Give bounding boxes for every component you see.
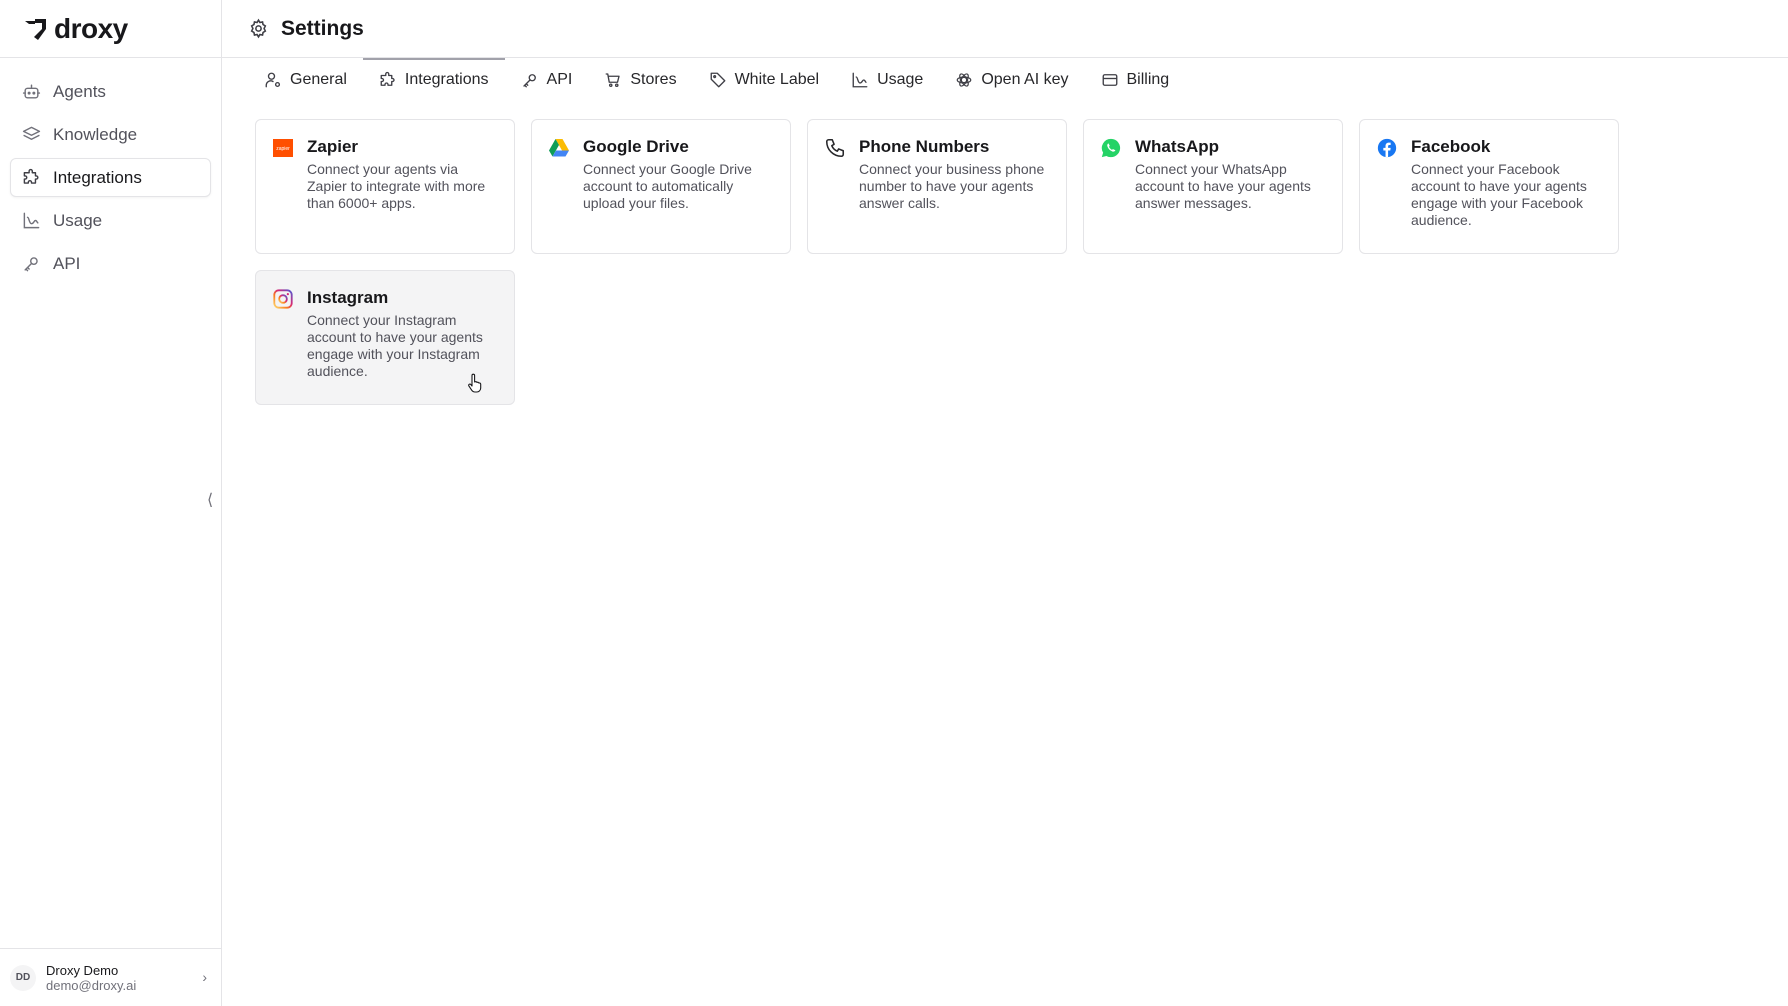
tab-label: Open AI key	[981, 71, 1069, 88]
cart-icon	[605, 73, 621, 88]
settings-tabs: General Integrations API Stores White La…	[248, 58, 1185, 102]
user-cog-icon	[265, 72, 281, 88]
puzzle-icon	[23, 168, 39, 184]
zapier-icon: zapier	[273, 139, 293, 157]
tab-label: Billing	[1126, 71, 1170, 88]
avatar: DD	[10, 964, 36, 991]
chart-icon	[23, 212, 40, 229]
integration-card-google-drive[interactable]: Google Drive Connect your Google Drive a…	[531, 119, 791, 254]
sidebar-item-label: Knowledge	[53, 124, 138, 144]
tab-general[interactable]: General	[248, 58, 363, 102]
tab-api[interactable]: API	[505, 58, 589, 102]
instagram-icon	[273, 289, 293, 309]
facebook-icon	[1377, 138, 1397, 158]
zapier-logo-text: zapier	[276, 146, 290, 152]
gear-icon	[250, 18, 267, 39]
sidebar-item-label: Integrations	[53, 167, 142, 187]
tab-label: Usage	[877, 71, 924, 88]
hand-cursor-icon	[468, 373, 482, 393]
droxy-logo-icon	[25, 18, 46, 40]
user-menu[interactable]: DD Droxy Demo demo@droxy.ai ›	[0, 948, 221, 1006]
bot-icon	[22, 84, 41, 99]
tab-stores[interactable]: Stores	[588, 58, 692, 102]
user-name: Droxy Demo	[46, 962, 119, 978]
page-header: Settings	[222, 0, 1788, 58]
tab-label: General	[290, 71, 347, 88]
sidebar-item-usage[interactable]: Usage	[10, 201, 211, 240]
tab-openai-key[interactable]: Open AI key	[939, 58, 1084, 102]
card-title: Google Drive	[583, 137, 689, 156]
key-icon	[24, 257, 38, 272]
whatsapp-icon	[1101, 138, 1121, 158]
sidebar-item-label: Usage	[53, 210, 103, 230]
layers-icon	[22, 126, 41, 140]
card-title: Instagram	[307, 288, 389, 307]
integration-card-zapier[interactable]: zapier Zapier Connect your agents via Za…	[255, 119, 515, 254]
card-description: Connect your WhatsApp account to have yo…	[1135, 161, 1311, 211]
puzzle-icon	[380, 71, 395, 86]
tab-integrations[interactable]: Integrations	[362, 58, 505, 102]
google-drive-icon	[549, 139, 569, 157]
card-title: Phone Numbers	[859, 137, 990, 156]
page-title: Settings	[281, 16, 364, 40]
user-email: demo@droxy.ai	[46, 977, 137, 993]
integration-card-facebook[interactable]: Facebook Connect your Facebook account t…	[1359, 119, 1619, 254]
sidebar-item-label: Agents	[53, 81, 106, 101]
chevron-right-icon: ›	[202, 969, 207, 985]
tab-label: Stores	[630, 71, 677, 88]
tab-label: Integrations	[404, 71, 489, 88]
card-icon	[1102, 74, 1117, 86]
sidebar-item-api[interactable]: API	[10, 244, 211, 283]
card-description: Connect your agents via Zapier to integr…	[307, 161, 486, 211]
key-icon	[522, 74, 536, 88]
card-description: Connect your Instagram account to have y…	[307, 312, 483, 379]
sidebar-item-label: API	[53, 253, 81, 273]
sidebar: droxy Agents Knowledge Integrations Usag…	[0, 0, 222, 1006]
integration-card-whatsapp[interactable]: WhatsApp Connect your WhatsApp account t…	[1083, 119, 1343, 254]
card-title: Facebook	[1411, 137, 1491, 156]
user-info: Droxy Demo demo@droxy.ai	[46, 963, 136, 993]
card-title: Zapier	[307, 137, 359, 156]
sidebar-collapse-button[interactable]: ⟨	[207, 490, 213, 510]
sidebar-item-integrations[interactable]: Integrations	[10, 158, 211, 197]
logo[interactable]: droxy	[0, 0, 221, 58]
card-description: Connect your Facebook account to have yo…	[1411, 161, 1587, 228]
sidebar-item-knowledge[interactable]: Knowledge	[10, 115, 211, 154]
tag-icon	[710, 72, 726, 88]
sidebar-item-agents[interactable]: Agents	[10, 72, 211, 111]
card-description: Connect your Google Drive account to aut…	[583, 161, 752, 211]
integration-card-phone-numbers[interactable]: Phone Numbers Connect your business phon…	[807, 119, 1067, 254]
tab-white-label[interactable]: White Label	[693, 58, 836, 102]
card-title: WhatsApp	[1135, 137, 1220, 156]
sidebar-nav: Agents Knowledge Integrations Usage API	[0, 58, 221, 283]
phone-icon	[825, 138, 845, 158]
app-name: droxy	[54, 12, 128, 44]
chart-icon	[852, 72, 868, 88]
tab-usage[interactable]: Usage	[835, 58, 939, 102]
openai-icon	[956, 73, 972, 87]
tab-label: API	[546, 71, 573, 88]
tab-label: White Label	[734, 71, 820, 88]
card-description: Connect your business phone number to ha…	[859, 161, 1045, 211]
tab-billing[interactable]: Billing	[1085, 58, 1186, 102]
